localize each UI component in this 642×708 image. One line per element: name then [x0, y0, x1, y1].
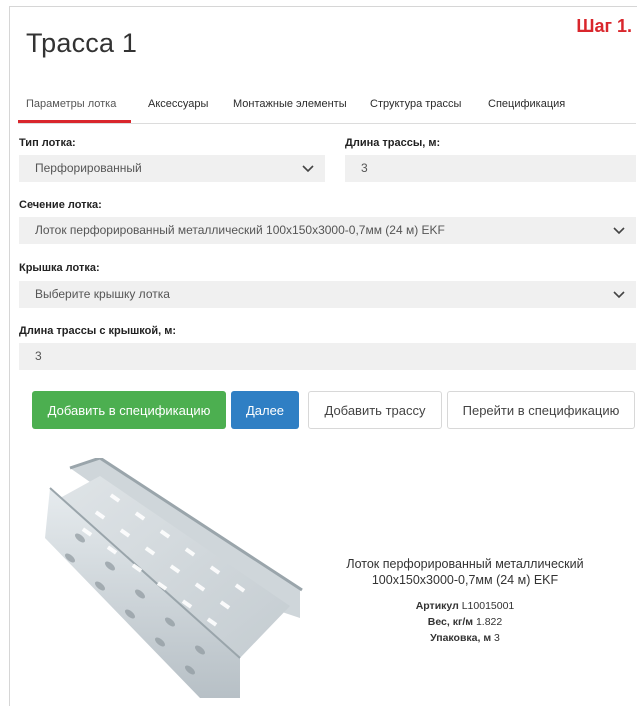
product-meta: Артикул L10015001 Вес, кг/м 1.822 Упаков… — [300, 598, 630, 646]
add-to-specification-button[interactable]: Добавить в спецификацию — [32, 391, 226, 429]
route-length-input[interactable]: 3 — [345, 155, 636, 182]
product-info: Лоток перфорированный металлический 100x… — [300, 556, 630, 646]
weight-value: 1.822 — [475, 616, 503, 628]
tab-tray-parameters[interactable]: Параметры лотка — [26, 98, 116, 110]
route-length-cover-input[interactable]: 3 — [19, 343, 636, 370]
route-length-label: Длина трассы, м: — [345, 137, 441, 149]
product-name-line1: Лоток перфорированный металлический — [346, 557, 584, 571]
product-article: Артикул L10015001 — [300, 598, 630, 614]
tray-type-select[interactable]: Перфорированный — [19, 155, 325, 182]
tray-type-label: Тип лотка: — [19, 137, 76, 149]
tab-specification[interactable]: Спецификация — [488, 98, 565, 110]
add-route-button[interactable]: Добавить трассу — [308, 391, 442, 429]
go-to-specification-button[interactable]: Перейти в спецификацию — [447, 391, 635, 429]
product-weight: Вес, кг/м 1.822 — [300, 614, 630, 630]
chevron-down-icon — [612, 287, 626, 301]
tab-route-structure[interactable]: Структура трассы — [370, 98, 461, 110]
article-label: Артикул — [415, 600, 459, 612]
active-tab-indicator — [18, 120, 131, 123]
tray-section-select[interactable]: Лоток перфорированный металлический 100x… — [19, 217, 636, 244]
weight-label: Вес, кг/м — [427, 616, 474, 628]
step-label: Шаг 1. — [576, 16, 632, 36]
product-name-line2: 100x150x3000-0,7мм (24 м) EKF — [371, 573, 559, 587]
next-button[interactable]: Далее — [231, 391, 299, 429]
page-title: Трасса 1 — [26, 28, 138, 58]
tray-cover-label: Крышка лотка: — [19, 262, 100, 274]
tab-accessories[interactable]: Аксессуары — [148, 98, 208, 110]
pack-value: 3 — [494, 632, 500, 644]
tray-section-value: Лоток перфорированный металлический 100x… — [35, 223, 445, 237]
product-pack: Упаковка, м 3 — [300, 630, 630, 646]
tray-cover-select[interactable]: Выберите крышку лотка — [19, 281, 636, 308]
pack-label: Упаковка, м — [430, 632, 492, 644]
tray-section-label: Сечение лотка: — [19, 199, 102, 211]
tab-mounting-elements[interactable]: Монтажные элементы — [233, 98, 347, 110]
tray-type-value: Перфорированный — [35, 161, 142, 175]
article-value: L10015001 — [461, 600, 515, 612]
tab-bar: Параметры лотка Аксессуары Монтажные эле… — [18, 90, 636, 124]
route-length-cover-label: Длина трассы с крышкой, м: — [19, 325, 177, 337]
chevron-down-icon — [612, 223, 626, 237]
chevron-down-icon — [301, 161, 315, 175]
tray-cover-value: Выберите крышку лотка — [35, 287, 170, 301]
product-image — [40, 456, 310, 698]
